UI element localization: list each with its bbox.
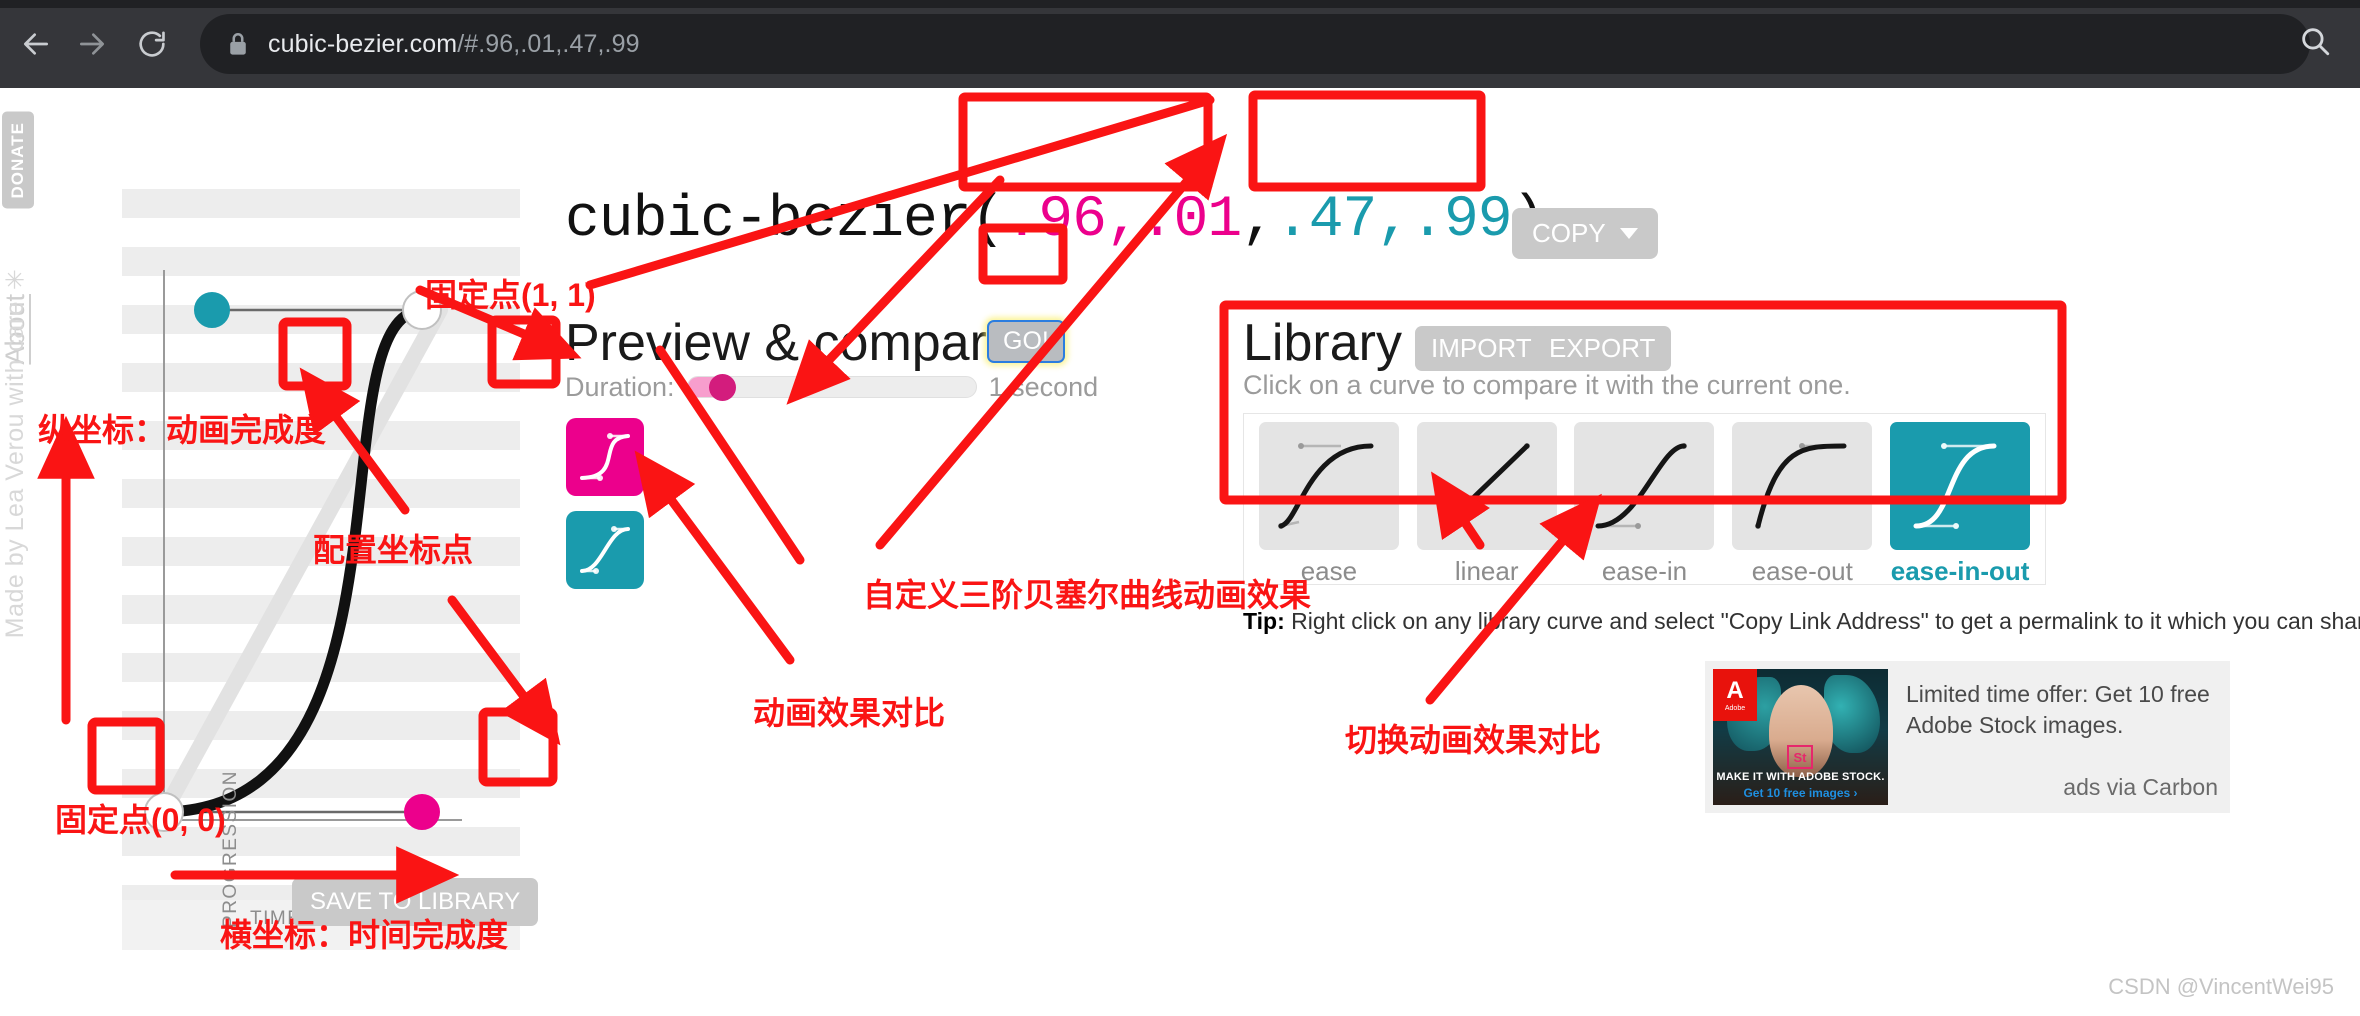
cubic-bezier-title: cubic-bezier(.96,.01,.47,.99) bbox=[565, 188, 1546, 253]
title-p2-value[interactable]: .47,.99 bbox=[1275, 188, 1513, 253]
title-separator: , bbox=[1241, 188, 1276, 253]
library-curve-thumb bbox=[1890, 422, 2031, 550]
library-item-ease-in[interactable]: ease-in bbox=[1571, 422, 1719, 587]
library-item-label: ease-out bbox=[1751, 556, 1853, 586]
adobe-wordmark: Adobe bbox=[1724, 704, 1746, 712]
preview-swatch-custom[interactable] bbox=[566, 418, 644, 496]
adobe-logo-icon: A Adobe bbox=[1713, 669, 1757, 721]
library-item-label: ease bbox=[1300, 556, 1358, 586]
browser-chrome: cubic-bezier.com/#.96,.01,.47,.99 bbox=[0, 0, 2360, 88]
arrow-right-icon bbox=[76, 28, 108, 60]
library-hint: Click on a curve to compare it with the … bbox=[1243, 370, 1851, 400]
ad-caption-primary: MAKE IT WITH ADOBE STOCK. bbox=[1716, 771, 1885, 783]
control-point-1[interactable] bbox=[194, 292, 230, 328]
ad-copy-line-2: Adobe Stock images. bbox=[1906, 712, 2124, 739]
left-sidebar: DONATE About Made by Lea Verou with care… bbox=[0, 104, 34, 804]
library-item-ease[interactable]: ease bbox=[1255, 422, 1403, 587]
control-point-2[interactable] bbox=[404, 794, 440, 830]
reload-button[interactable] bbox=[128, 20, 176, 68]
title-open-paren: ( bbox=[970, 188, 1006, 253]
search-icon bbox=[2298, 24, 2332, 63]
reload-icon bbox=[136, 28, 168, 60]
advertisement[interactable]: A Adobe St MAKE IT WITH ADOBE STOCK. Get… bbox=[1705, 661, 2230, 813]
arrow-left-icon bbox=[20, 28, 52, 60]
ad-image: A Adobe St MAKE IT WITH ADOBE STOCK. Get… bbox=[1713, 669, 1888, 805]
browser-tabstrip bbox=[0, 0, 2360, 8]
title-p1-value[interactable]: .96,.01 bbox=[1004, 188, 1242, 253]
watermark: CSDN @VincentWei95 bbox=[2108, 974, 2334, 999]
duration-slider[interactable] bbox=[686, 374, 977, 401]
forward-button[interactable] bbox=[68, 20, 116, 68]
ad-attribution[interactable]: ads via Carbon bbox=[2063, 774, 2218, 801]
tip-text: Right click on any library curve and sel… bbox=[1291, 608, 2360, 634]
duration-slider-thumb[interactable] bbox=[709, 374, 737, 401]
library-item-ease-out[interactable]: ease-out bbox=[1728, 422, 1876, 587]
duration-value: 1 second bbox=[988, 371, 1099, 402]
y-axis-label: PROGRESSION bbox=[220, 770, 241, 928]
anchor-point-end bbox=[402, 290, 442, 330]
search-button[interactable] bbox=[2286, 14, 2344, 72]
url-text: cubic-bezier.com/#.96,.01,.47,.99 bbox=[268, 30, 640, 59]
credits-text: Made by Lea Verou with care ✳ bbox=[1, 264, 29, 639]
duration-label: Duration: bbox=[565, 371, 675, 402]
library-item-ease-in-out[interactable]: ease-in-out bbox=[1886, 422, 2034, 587]
adobe-stock-badge: St bbox=[1787, 745, 1813, 769]
url-path: /#.96,.01,.47,.99 bbox=[457, 29, 640, 58]
library-curve-thumb bbox=[1258, 422, 1399, 550]
library-curve-thumb bbox=[1574, 422, 1715, 550]
save-to-library-button[interactable]: SAVE TO LIBRARY bbox=[292, 878, 539, 926]
export-button[interactable]: EXPORT bbox=[1533, 326, 1672, 371]
library-item-label: ease-in bbox=[1601, 556, 1688, 586]
lock-icon bbox=[228, 32, 248, 56]
chevron-down-icon bbox=[1619, 228, 1638, 239]
bezier-canvas[interactable]: PROGRESSION TIME bbox=[122, 160, 520, 929]
preview-swatch-compare[interactable] bbox=[566, 511, 644, 589]
library-panel: ease linear ease-in ease-out ease-in-out bbox=[1243, 413, 2046, 587]
ad-copy-line-1: Limited time offer: Get 10 free bbox=[1906, 681, 2210, 707]
library-heading: Library bbox=[1243, 314, 1402, 372]
anchor-point-start bbox=[144, 792, 184, 832]
library-curve-thumb bbox=[1732, 422, 1873, 550]
screenshot-root: cubic-bezier.com/#.96,.01,.47,.99 DONATE… bbox=[0, 0, 2360, 1016]
copy-button-label: COPY bbox=[1532, 218, 1606, 248]
donate-button[interactable]: DONATE bbox=[2, 112, 34, 209]
url-host: cubic-bezier.com bbox=[268, 29, 458, 58]
bezier-curve-svg bbox=[152, 270, 462, 828]
page-content: DONATE About Made by Lea Verou with care… bbox=[0, 88, 2360, 1016]
back-button[interactable] bbox=[12, 20, 60, 68]
address-bar[interactable]: cubic-bezier.com/#.96,.01,.47,.99 bbox=[200, 14, 2310, 74]
adobe-a-glyph: A bbox=[1726, 676, 1744, 704]
ad-text-block: Limited time offer: Get 10 free Adobe St… bbox=[1906, 669, 2222, 805]
duration-row: Duration: 1 second bbox=[565, 371, 1205, 403]
go-button[interactable]: GO! bbox=[987, 320, 1065, 363]
import-button[interactable]: IMPORT bbox=[1415, 326, 1548, 371]
copy-button[interactable]: COPY bbox=[1512, 208, 1658, 259]
library-curve-thumb bbox=[1416, 422, 1557, 550]
ad-caption-cta[interactable]: Get 10 free images › bbox=[1713, 786, 1888, 800]
library-item-label: linear bbox=[1454, 556, 1519, 586]
library-item-linear[interactable]: linear bbox=[1413, 422, 1561, 587]
tip-prefix: Tip: bbox=[1243, 608, 1285, 634]
preview-heading: Preview & compare bbox=[565, 314, 1016, 372]
title-function-name: cubic-bezier bbox=[565, 188, 972, 253]
library-item-label: ease-in-out bbox=[1890, 556, 2030, 586]
library-tip: Tip: Right click on any library curve an… bbox=[1243, 608, 2360, 635]
